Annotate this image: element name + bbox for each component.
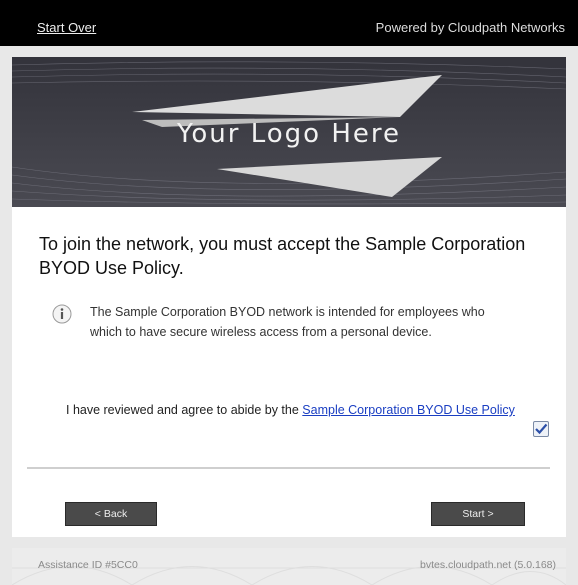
top-bar: Start Over Powered by Cloudpath Networks — [0, 0, 578, 46]
agree-checkbox[interactable] — [533, 421, 549, 437]
logo-banner: Your Logo Here — [12, 57, 566, 207]
server-host: bvtes.cloudpath.net (5.0.168) — [419, 559, 556, 571]
checkmark-icon — [535, 423, 548, 435]
start-over-link[interactable]: Start Over — [37, 20, 96, 35]
back-button[interactable]: < Back — [65, 502, 157, 526]
info-icon — [52, 304, 72, 324]
agreement-text: I have reviewed and agree to abide by th… — [66, 403, 299, 417]
policy-link[interactable]: Sample Corporation BYOD Use Policy — [302, 403, 515, 417]
start-button[interactable]: Start > — [431, 502, 525, 526]
footer: Assistance ID #5CC0 bvtes.cloudpath.net … — [12, 548, 566, 585]
logo-placeholder-text: Your Logo Here — [176, 119, 402, 149]
divider — [27, 467, 550, 469]
assistance-id: Assistance ID #5CC0 — [38, 559, 138, 571]
powered-by-text: Powered by Cloudpath Networks — [375, 20, 565, 35]
page-title: To join the network, you must accept the… — [39, 234, 526, 278]
policy-description: The Sample Corporation BYOD network is i… — [90, 305, 485, 339]
agreement-line: I have reviewed and agree to abide by th… — [66, 403, 515, 417]
